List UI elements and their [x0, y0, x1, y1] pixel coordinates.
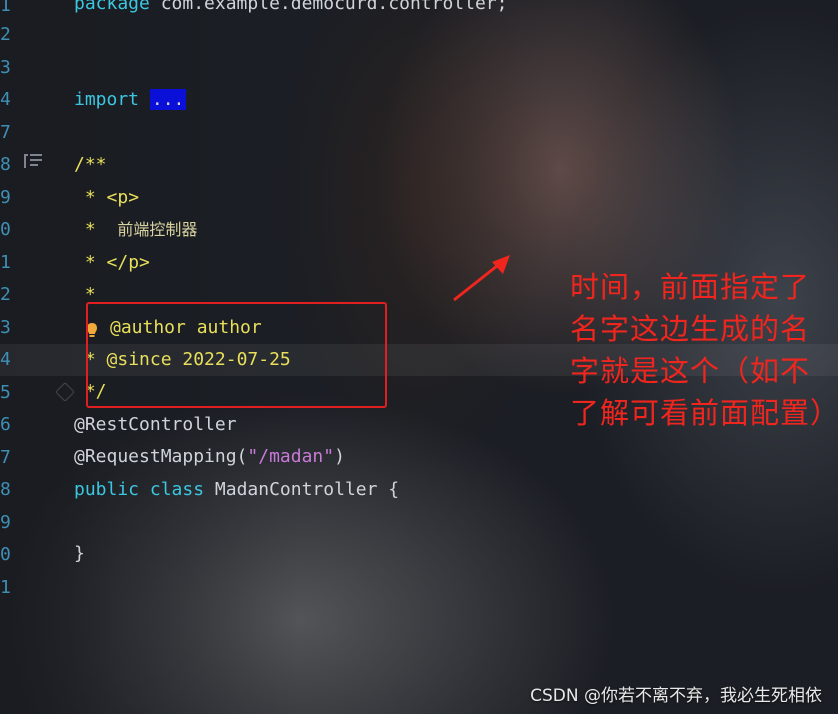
annotation-note: 时间，前面指定了 名字这边生成的名字就是这个（如不了解可看前面配置）: [570, 270, 838, 430]
watermark: CSDN @你若不离不弃，我必生死相依: [530, 686, 822, 706]
doc-html-tag: </p>: [106, 252, 150, 273]
keyword-class: class: [139, 479, 205, 500]
doc-html-tag: <p>: [106, 187, 140, 208]
doc-description: 前端控制器: [117, 220, 198, 239]
code-line-doc-open: /**: [74, 154, 107, 175]
import-fold-ellipsis[interactable]: ...: [149, 89, 187, 110]
line-number: 7: [0, 122, 11, 143]
class-name: MadanController {: [204, 479, 400, 500]
line-number: 9: [0, 512, 11, 533]
line-number: 9: [0, 187, 11, 208]
annotation-request-mapping: @RequestMapping(: [74, 446, 248, 467]
keyword-import: import: [74, 89, 140, 110]
line-number: 8: [0, 479, 11, 500]
line-number: 1: [0, 252, 11, 273]
line-number: 0: [0, 544, 11, 565]
keyword-package: package: [74, 0, 150, 14]
code-line-doc-p-open: * <p>: [74, 182, 139, 214]
code-line-rest-controller: @RestController: [74, 414, 237, 435]
code-line-request-mapping: @RequestMapping("/madan"): [74, 441, 345, 473]
code-line-doc-desc: * 前端控制器: [74, 214, 198, 246]
line-number: 1: [0, 577, 11, 598]
code-line-doc-p-close: * </p>: [74, 247, 150, 279]
keyword-public: public: [74, 479, 140, 500]
line-number: 3: [0, 317, 11, 338]
line-number: 4: [0, 349, 11, 370]
code-line-import: import ...: [74, 84, 187, 116]
line-number: 8: [0, 154, 11, 175]
line-number: 5: [0, 382, 11, 403]
line-number-gutter: 1 2 3 4 7 8 9 0 1 2 3 4 5 6 7 8 9 0 1: [0, 0, 16, 714]
paren-close: ): [334, 446, 345, 467]
line-number: 2: [0, 284, 11, 305]
line-number: 1: [0, 0, 11, 16]
annotation-highlight-box: [86, 302, 387, 408]
arrow-icon: [453, 255, 510, 302]
doc-star: *: [74, 187, 107, 208]
line-number: 2: [0, 24, 11, 45]
package-name: com.example.democurd.controller;: [149, 0, 508, 14]
line-number: 0: [0, 219, 11, 240]
doc-star: *: [74, 219, 118, 240]
line-number: 7: [0, 447, 11, 468]
doc-star: *: [74, 252, 107, 273]
code-line-class-decl: public class MadanController {: [74, 474, 399, 506]
line-number: 3: [0, 57, 11, 78]
code-line-package: package com.example.democurd.controller;: [74, 0, 507, 20]
line-number: 4: [0, 89, 11, 110]
string-literal-path: "/madan": [247, 446, 335, 467]
line-number: 6: [0, 414, 11, 435]
code-line-brace-close: }: [74, 543, 85, 564]
structure-icon[interactable]: [24, 154, 42, 170]
